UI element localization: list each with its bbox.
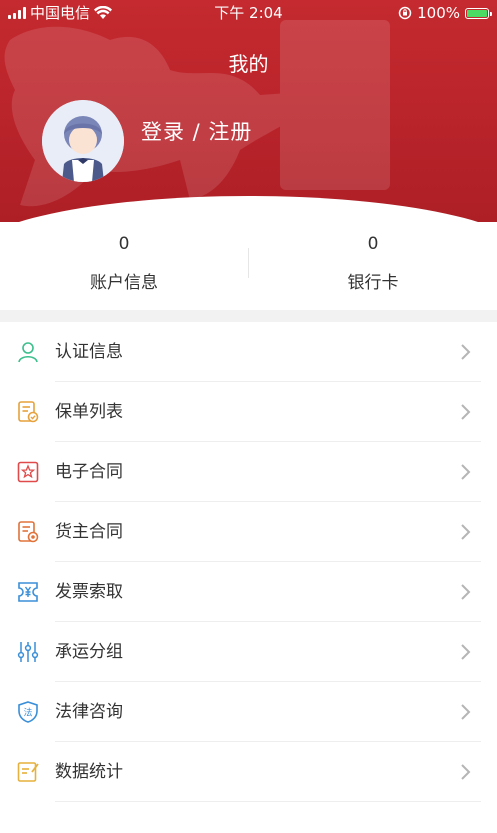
rotation-lock-icon [398,6,412,20]
chevron-right-icon [461,704,471,720]
menu-label: 数据统计 [55,762,123,782]
chevron-right-icon [461,464,471,480]
shipper-contract-icon [18,521,39,543]
bank-card-stat[interactable]: 0 银行卡 [249,234,497,293]
avatar[interactable] [42,100,124,182]
menu-label: 认证信息 [55,342,123,362]
e-contract-icon [17,461,39,483]
sliders-icon [17,642,39,662]
battery-icon [465,7,492,19]
law-shield-icon: 法 [18,701,38,723]
user-icon [18,342,38,363]
chevron-right-icon [461,644,471,660]
page-title: 我的 [228,52,269,76]
bank-card-label: 银行卡 [347,273,399,293]
stats-panel: 0 账户信息 0 银行卡 [0,222,497,310]
account-info-label: 账户信息 [90,273,158,293]
menu-item-statistics[interactable]: 数据统计 [0,742,497,802]
menu-item-e-contract[interactable]: 电子合同 [0,442,497,502]
battery-percent: 100% [417,4,460,22]
menu-item-shipper-contract[interactable]: 货主合同 [0,502,497,562]
svg-text:法: 法 [23,707,32,719]
bottom-edge [0,826,497,833]
menu-label: 货主合同 [55,522,123,542]
menu-item-policy-list[interactable]: 保单列表 [0,382,497,442]
menu-label: 发票索取 [55,582,123,602]
menu-list: 认证信息 保单列表 电子合同 货主合同 发票索取 承运分组 法 法律咨询 数据统… [0,322,497,802]
invoice-icon [18,582,38,602]
divider [55,801,481,802]
menu-item-invoice[interactable]: 发票索取 [0,562,497,622]
user-avatar-icon [42,100,124,182]
chevron-right-icon [461,524,471,540]
account-info-value: 0 [118,234,130,254]
menu-item-carrier-group[interactable]: 承运分组 [0,622,497,682]
chevron-right-icon [461,344,471,360]
menu-label: 电子合同 [55,462,123,482]
policy-list-icon [18,401,39,423]
menu-label: 保单列表 [55,402,123,422]
section-gap [0,310,497,322]
menu-label: 承运分组 [55,642,123,662]
account-info-stat[interactable]: 0 账户信息 [0,234,248,293]
login-register-link[interactable]: 登录 / 注册 [141,116,252,146]
bank-card-value: 0 [367,234,379,254]
status-bar: 中国电信 下午 2:04 100% [0,0,497,26]
chevron-right-icon [461,404,471,420]
chevron-right-icon [461,584,471,600]
statistics-icon [17,762,39,782]
menu-label: 法律咨询 [55,702,123,722]
menu-item-legal-consult[interactable]: 法 法律咨询 [0,682,497,742]
chevron-right-icon [461,764,471,780]
menu-item-certification[interactable]: 认证信息 [0,322,497,382]
